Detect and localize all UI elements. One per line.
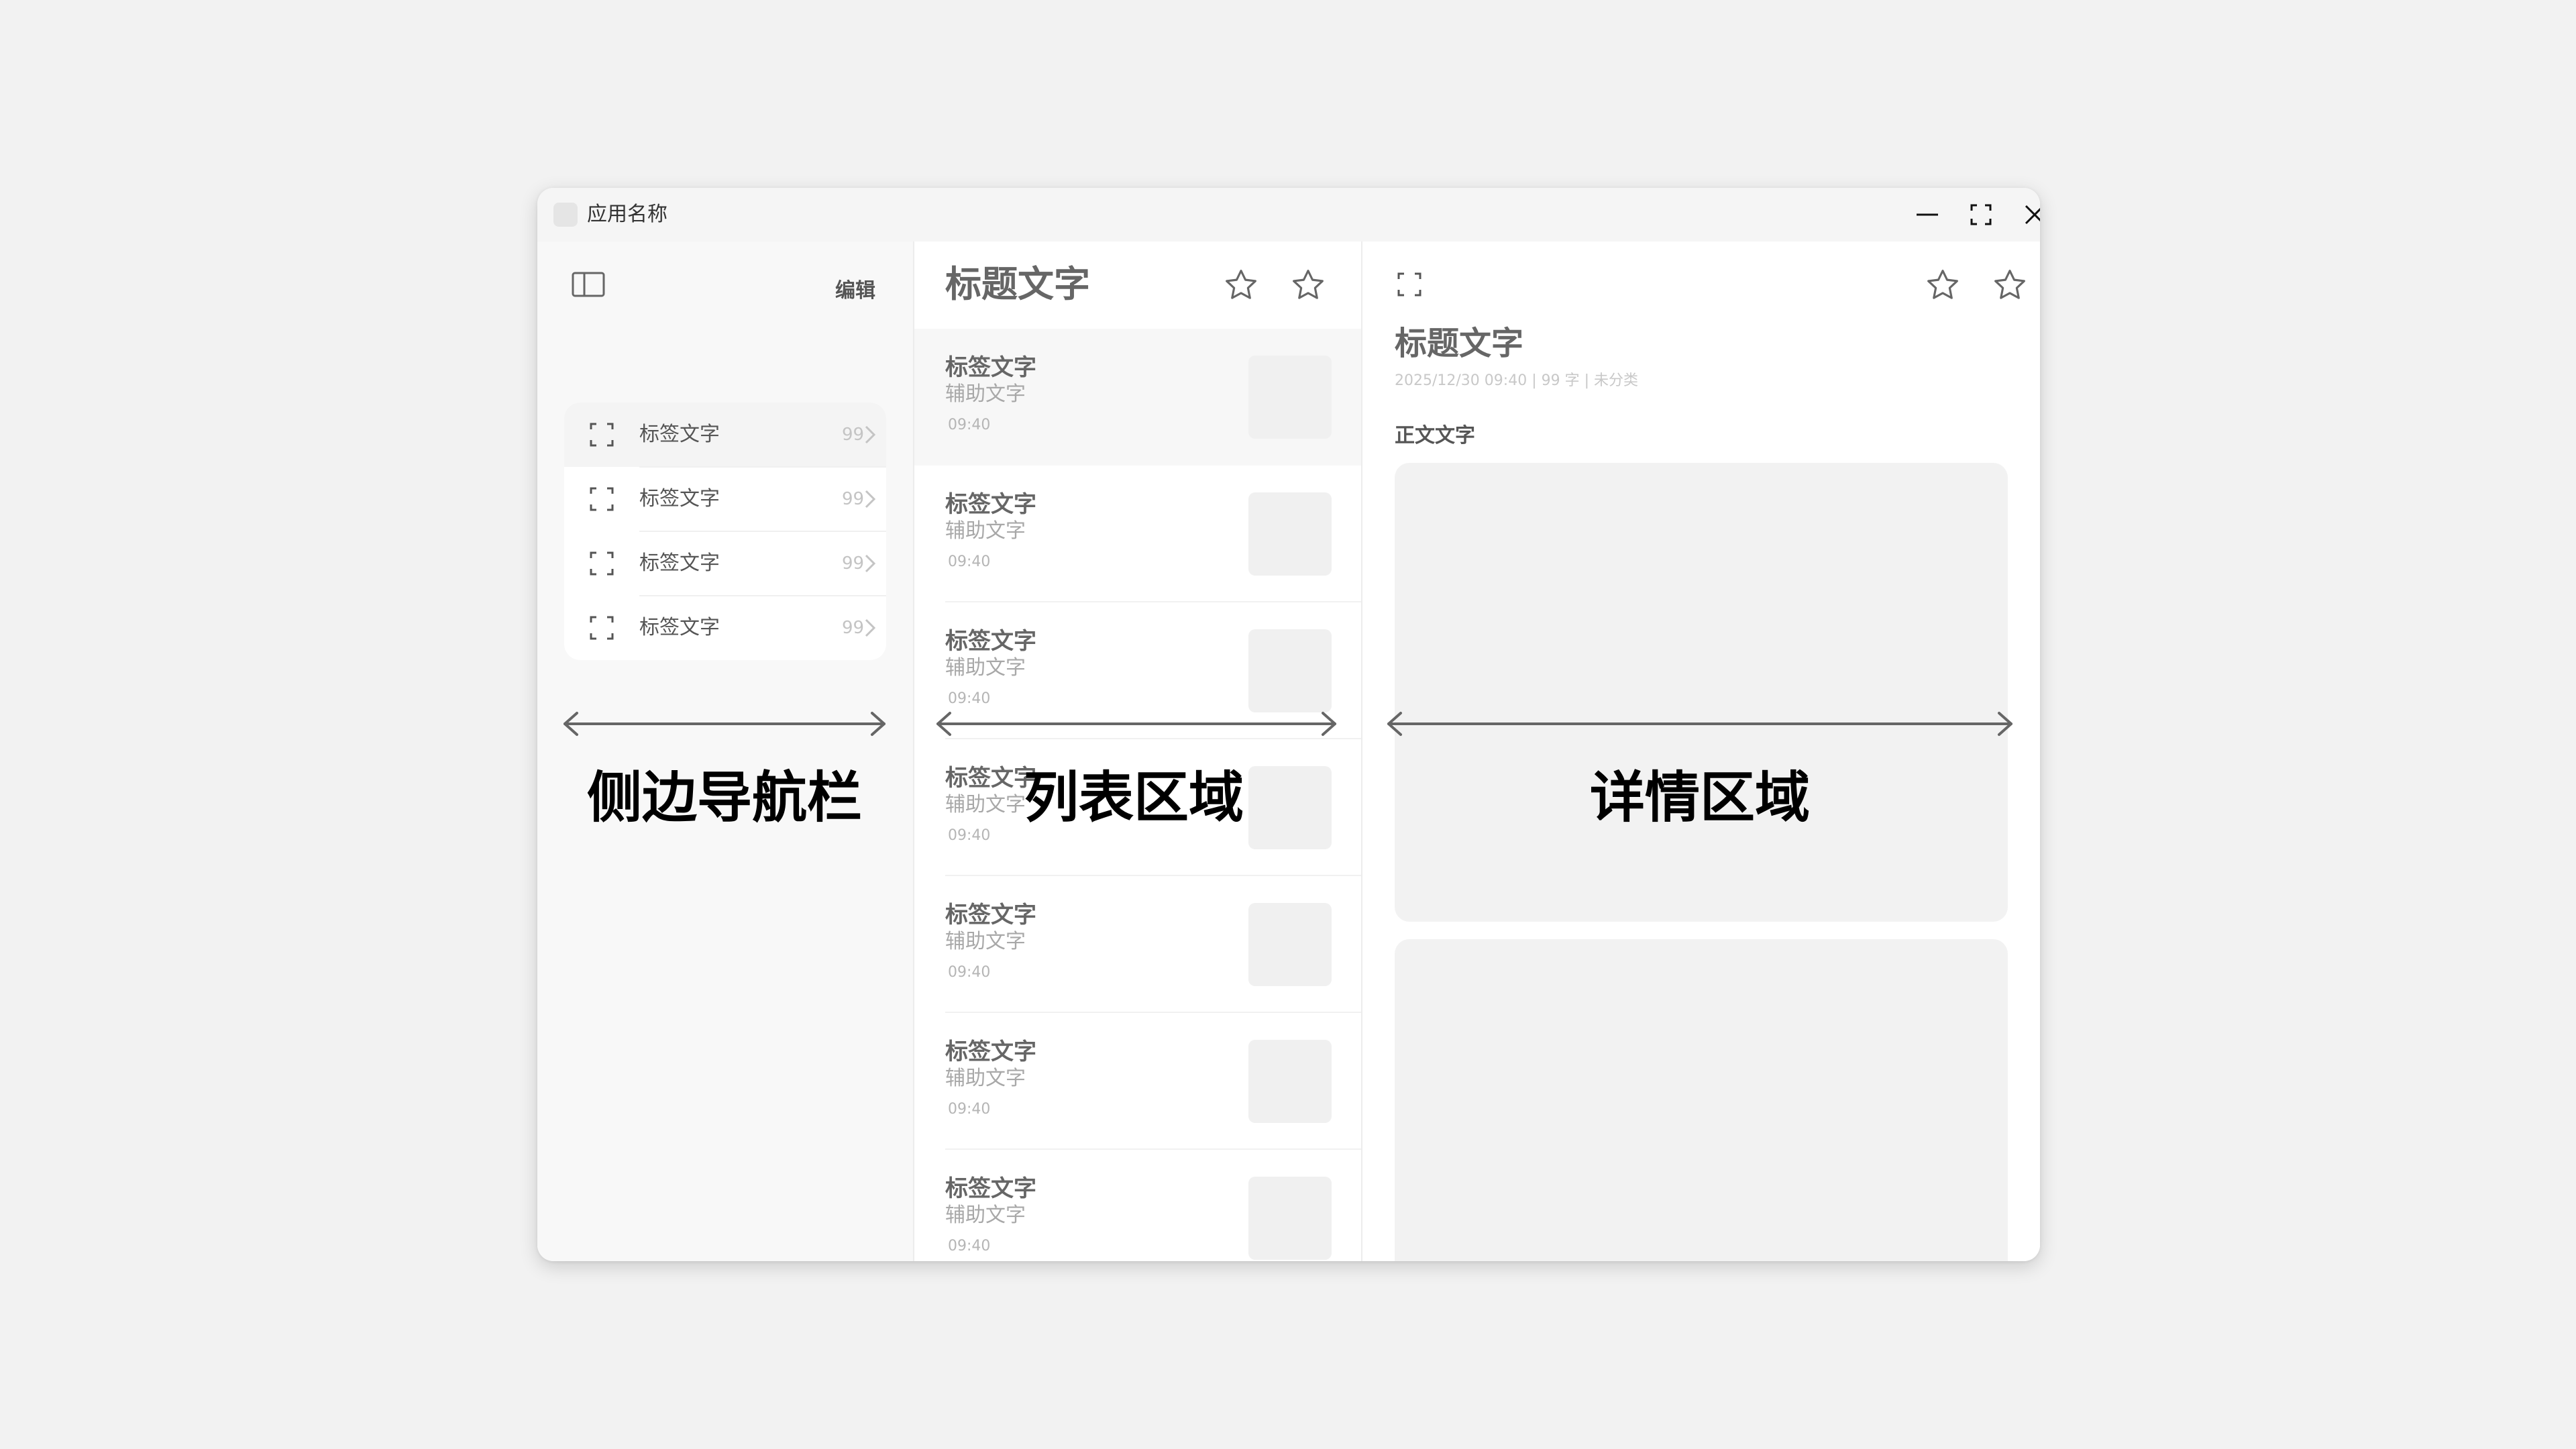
- close-icon: [2025, 205, 2040, 225]
- list-item-time: 09:40: [948, 964, 991, 981]
- expand-icon: [590, 616, 614, 640]
- chevron-right-icon: [865, 619, 876, 637]
- list-item-time: 09:40: [948, 690, 991, 707]
- expand-icon: [590, 551, 614, 576]
- sidebar-item-label: 标签文字: [639, 616, 720, 639]
- divider: [639, 466, 886, 468]
- list-item[interactable]: 标签文字 辅助文字 09:40: [914, 876, 1361, 1013]
- list-item[interactable]: 标签文字 辅助文字 09:40: [914, 329, 1361, 466]
- list-item-subtitle: 辅助文字: [945, 382, 1026, 406]
- list-item-time: 09:40: [948, 1101, 991, 1118]
- list-item[interactable]: 标签文字 辅助文字 09:40: [914, 1013, 1361, 1150]
- maximize-button[interactable]: [1968, 201, 1994, 228]
- sidebar-item-label: 标签文字: [639, 487, 720, 511]
- sidebar-item[interactable]: 标签文字 99: [564, 596, 886, 660]
- star-icon: [1226, 270, 1256, 299]
- expand-icon: [590, 487, 614, 511]
- sidebar-item-count: 99: [842, 618, 865, 638]
- sidebar: 编辑 标签文字 99 标签文字 99 标签文字 99 标签文字 99: [537, 241, 913, 1261]
- list-item-time: 09:40: [948, 1238, 991, 1254]
- favorite-button[interactable]: [1290, 267, 1326, 303]
- star-icon: [1994, 270, 2025, 299]
- list-annotation-label: 列表区域: [1023, 766, 1244, 830]
- sidebar-item-count: 99: [842, 425, 865, 445]
- sidebar-item-count: 99: [842, 553, 865, 574]
- nav-list: 标签文字 99 标签文字 99 标签文字 99 标签文字 99: [564, 402, 886, 660]
- sidebar-item-count: 99: [842, 489, 865, 509]
- list-item-thumbnail: [1248, 1040, 1332, 1123]
- list-item-subtitle: 辅助文字: [945, 656, 1026, 680]
- list-item-title: 标签文字: [945, 902, 1036, 928]
- list-item[interactable]: 标签文字 辅助文字 09:40: [914, 1150, 1361, 1261]
- list-item-title: 标签文字: [945, 1038, 1036, 1065]
- list-item-subtitle: 辅助文字: [945, 519, 1026, 543]
- sidebar-toggle-button[interactable]: [571, 270, 606, 299]
- detail-meta: 2025/12/30 09:40 | 99 字 | 未分类: [1395, 372, 1638, 389]
- star-icon: [1293, 270, 1324, 299]
- chevron-right-icon: [865, 554, 876, 573]
- list-item-time: 09:40: [948, 417, 991, 433]
- list-item-thumbnail: [1248, 492, 1332, 576]
- list-item-title: 标签文字: [945, 1175, 1036, 1202]
- list-item-title: 标签文字: [945, 354, 1036, 381]
- list-item-title: 标签文字: [945, 491, 1036, 518]
- detail-area: 标题文字 2025/12/30 09:40 | 99 字 | 未分类 正文文字: [1362, 241, 2040, 1261]
- content-placeholder: [1395, 939, 2008, 1261]
- divider: [639, 595, 886, 596]
- expand-icon: [590, 423, 614, 447]
- app-window: 应用名称 编辑 标签文字 99 标签文字 99 标签文字 99 标签文字 99 …: [537, 188, 2040, 1261]
- list-item-thumbnail: [1248, 903, 1332, 986]
- edit-button[interactable]: 编辑: [835, 274, 875, 303]
- list-item-subtitle: 辅助文字: [945, 930, 1026, 953]
- maximize-icon: [1970, 204, 1992, 225]
- list-item[interactable]: 标签文字 辅助文字 09:40: [914, 602, 1361, 739]
- app-icon: [553, 203, 578, 227]
- app-name: 应用名称: [587, 203, 667, 226]
- list-item-time: 09:40: [948, 827, 991, 844]
- list-item-thumbnail: [1248, 1177, 1332, 1260]
- favorite-button[interactable]: [1223, 267, 1259, 303]
- sidebar-toggle-icon: [572, 272, 605, 297]
- list-item-title: 标签文字: [945, 628, 1036, 655]
- divider: [639, 531, 886, 532]
- detail-annotation-label: 详情区域: [1589, 766, 1810, 830]
- list-item[interactable]: 标签文字 辅助文字 09:40: [914, 466, 1361, 602]
- sidebar-item-label: 标签文字: [639, 423, 720, 446]
- list-area: 标题文字 标签文字 辅助文字 09:40 标签文字 辅助文字 09:40 标签文…: [913, 241, 1362, 1261]
- content-placeholder: [1395, 463, 2008, 922]
- detail-body-label: 正文文字: [1395, 424, 1475, 447]
- list-item-time: 09:40: [948, 553, 991, 570]
- chevron-right-icon: [865, 425, 876, 444]
- list-item-subtitle: 辅助文字: [945, 1067, 1026, 1090]
- sidebar-item[interactable]: 标签文字 99: [564, 531, 886, 596]
- list-item-thumbnail: [1248, 356, 1332, 439]
- sidebar-item-label: 标签文字: [639, 551, 720, 575]
- minimize-button[interactable]: [1914, 201, 1941, 228]
- detail-title: 标题文字: [1395, 325, 1524, 362]
- close-button[interactable]: [2021, 201, 2040, 228]
- expand-button[interactable]: [1395, 270, 1424, 299]
- sidebar-item[interactable]: 标签文字 99: [564, 467, 886, 531]
- favorite-button[interactable]: [1925, 267, 1961, 303]
- sidebar-item[interactable]: 标签文字 99: [564, 402, 886, 467]
- list-title: 标题文字: [945, 263, 1090, 305]
- favorite-button[interactable]: [1992, 267, 2028, 303]
- star-icon: [1927, 270, 1958, 299]
- chevron-right-icon: [865, 490, 876, 508]
- expand-icon: [1397, 272, 1421, 297]
- sidebar-annotation-label: 侧边导航栏: [586, 766, 862, 830]
- title-bar: 应用名称: [537, 188, 2040, 241]
- list-item-thumbnail: [1248, 629, 1332, 712]
- list-item-subtitle: 辅助文字: [945, 1203, 1026, 1227]
- minimize-icon: [1917, 213, 1938, 216]
